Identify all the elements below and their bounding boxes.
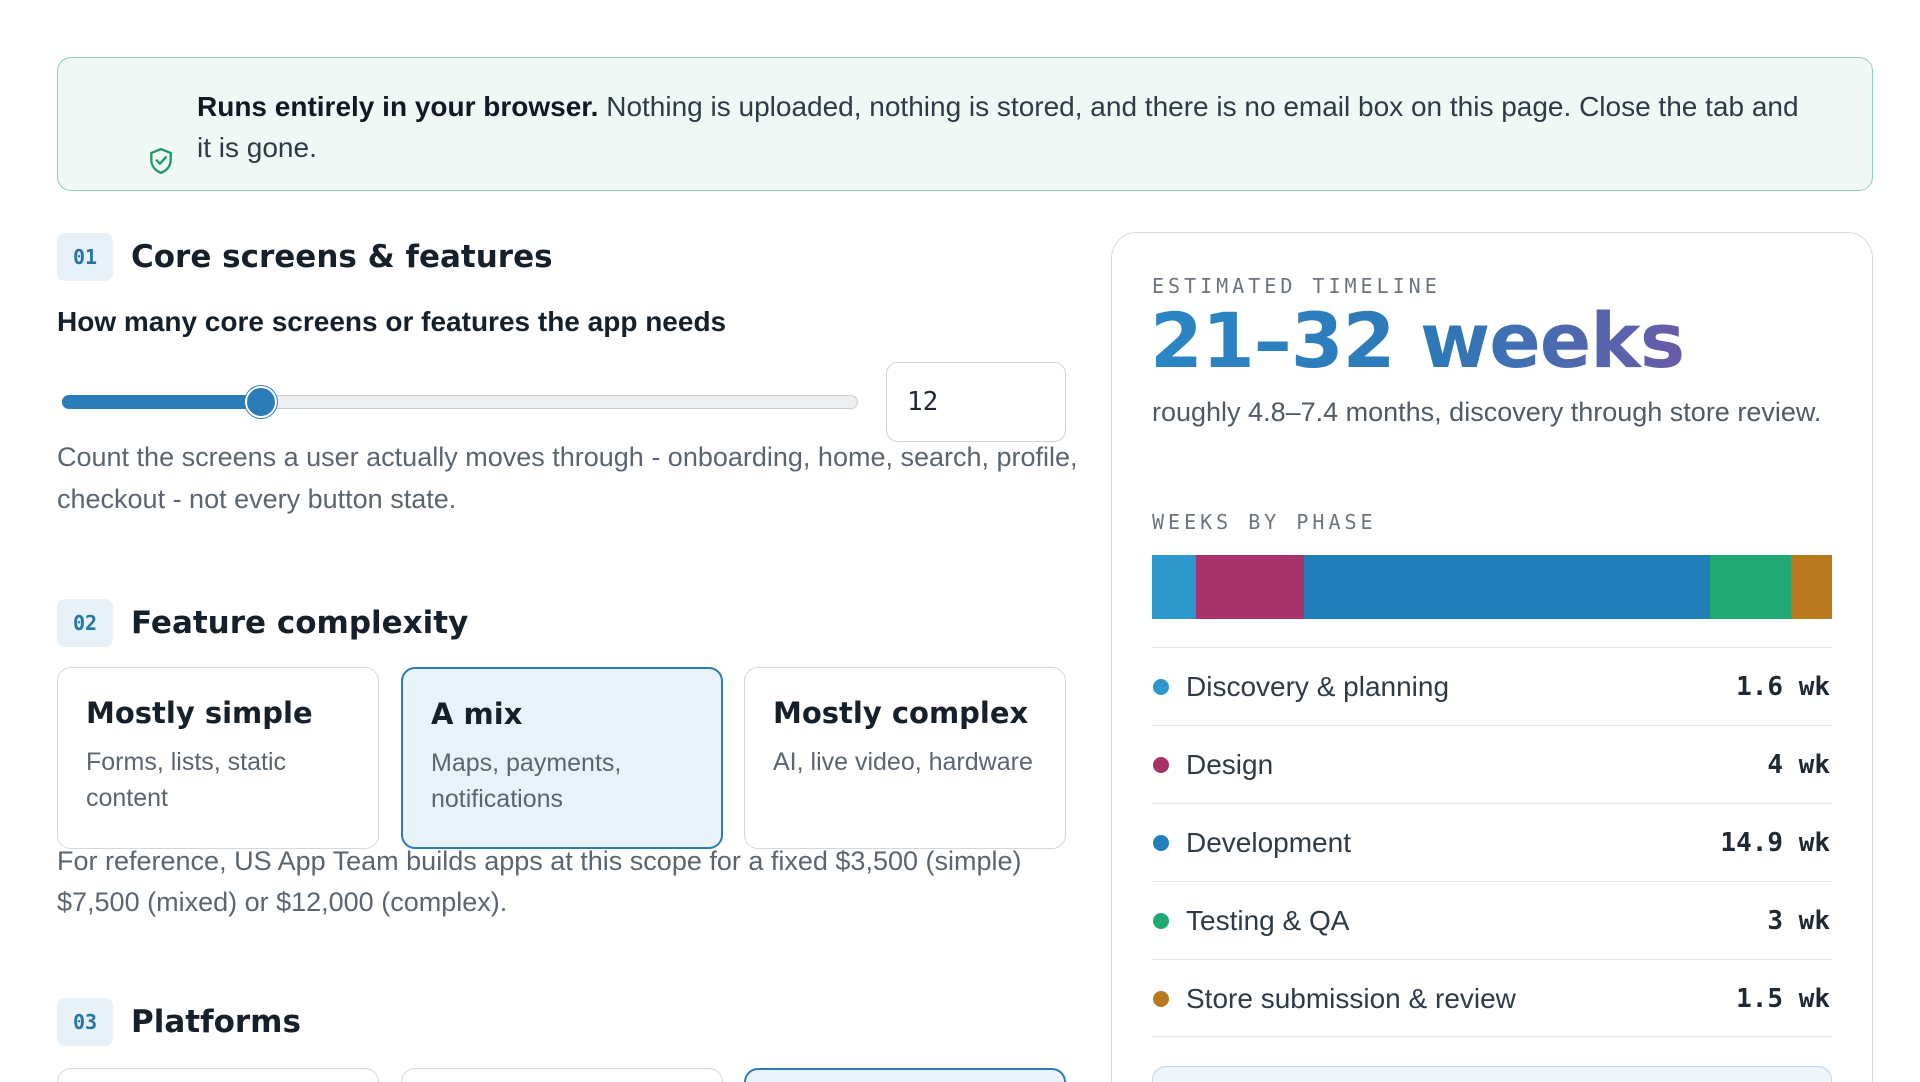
phase-row: Discovery & planning 1.6 wk bbox=[1152, 647, 1832, 725]
section-title: Core screens & features bbox=[131, 239, 553, 275]
platform-option[interactable] bbox=[401, 1068, 723, 1082]
phase-weeks: 14.9 wk bbox=[1720, 827, 1830, 858]
phase-name: Discovery & planning bbox=[1186, 670, 1450, 702]
screens-question: How many core screens or features the ap… bbox=[57, 306, 727, 337]
screens-help-text: Count the screens a user actually moves … bbox=[57, 442, 1078, 514]
estimate-subline: roughly 4.8–7.4 months, discovery throug… bbox=[1152, 397, 1822, 427]
section-header-platforms: 03 Platforms bbox=[57, 998, 301, 1046]
platform-option-selected[interactable] bbox=[744, 1068, 1066, 1082]
section-title: Platforms bbox=[131, 1004, 301, 1040]
section-number: 01 bbox=[57, 233, 113, 281]
option-title: Mostly simple bbox=[86, 696, 313, 730]
slider-thumb[interactable] bbox=[245, 386, 277, 418]
slider-fill bbox=[62, 395, 261, 409]
phase-bar-segment bbox=[1195, 555, 1305, 619]
complexity-option-simple[interactable]: Mostly simple Forms, lists, static conte… bbox=[57, 667, 379, 849]
privacy-notice: Runs entirely in your browser. Nothing i… bbox=[57, 57, 1873, 191]
platform-option[interactable] bbox=[57, 1068, 379, 1082]
phase-name: Development bbox=[1186, 826, 1351, 858]
estimator-page: Runs entirely in your browser. Nothing i… bbox=[0, 0, 1920, 1082]
phase-name: Store submission & review bbox=[1186, 982, 1516, 1014]
phase-weeks: 1.5 wk bbox=[1736, 983, 1830, 1014]
phase-weeks: 1.6 wk bbox=[1736, 671, 1830, 702]
section-number: 02 bbox=[57, 599, 113, 647]
screens-slider[interactable] bbox=[62, 386, 858, 418]
phase-weeks: 4 wk bbox=[1767, 749, 1830, 780]
phase-bar-segment bbox=[1791, 555, 1832, 619]
phase-bar-segment bbox=[1304, 555, 1710, 619]
shield-check-icon bbox=[150, 147, 172, 175]
phase-color-dot bbox=[1153, 990, 1169, 1007]
phase-name: Testing & QA bbox=[1186, 904, 1350, 936]
option-description: AI, live video, hardware bbox=[773, 748, 1033, 776]
phase-stacked-bar bbox=[1152, 555, 1832, 619]
phase-name: Design bbox=[1186, 748, 1274, 780]
phase-weeks: 3 wk bbox=[1767, 905, 1830, 936]
panel-callout bbox=[1152, 1066, 1832, 1082]
option-title: Mostly complex bbox=[773, 696, 1029, 730]
section-number: 03 bbox=[57, 998, 113, 1046]
phase-color-dot bbox=[1153, 756, 1169, 773]
phase-bar-segment bbox=[1709, 555, 1792, 619]
section-title: Feature complexity bbox=[131, 605, 469, 641]
phase-color-dot bbox=[1153, 834, 1169, 851]
option-description: Forms, lists, static content bbox=[86, 748, 287, 812]
phase-bar-segment bbox=[1152, 555, 1196, 619]
phase-row: Store submission & review 1.5 wk bbox=[1152, 959, 1832, 1037]
phases-label: WEEKS BY PHASE bbox=[1152, 510, 1377, 534]
option-description: Maps, payments, notifications bbox=[431, 749, 622, 813]
privacy-notice-bold: Runs entirely in your browser. bbox=[197, 91, 599, 122]
phase-row: Design 4 wk bbox=[1152, 725, 1832, 803]
pricing-reference-text: For reference, US App Team builds apps a… bbox=[57, 846, 1022, 917]
phase-row: Development 14.9 wk bbox=[1152, 803, 1832, 881]
complexity-option-complex[interactable]: Mostly complex AI, live video, hardware bbox=[744, 667, 1066, 849]
phase-color-dot bbox=[1153, 678, 1169, 695]
estimate-headline: 21–32 weeks bbox=[1150, 296, 1685, 385]
phase-row: Testing & QA 3 wk bbox=[1152, 881, 1832, 959]
screens-count-input[interactable]: 12 bbox=[886, 362, 1066, 442]
privacy-notice-text: Runs entirely in your browser. Nothing i… bbox=[140, 86, 1812, 168]
section-header-screens: 01 Core screens & features bbox=[57, 233, 553, 281]
complexity-option-mix[interactable]: A mix Maps, payments, notifications bbox=[401, 667, 723, 849]
option-title: A mix bbox=[431, 697, 523, 731]
section-header-complexity: 02 Feature complexity bbox=[57, 599, 468, 647]
estimate-eyebrow: ESTIMATED TIMELINE bbox=[1152, 274, 1441, 298]
phase-color-dot bbox=[1153, 912, 1169, 929]
phase-list-divider bbox=[1152, 1036, 1832, 1037]
